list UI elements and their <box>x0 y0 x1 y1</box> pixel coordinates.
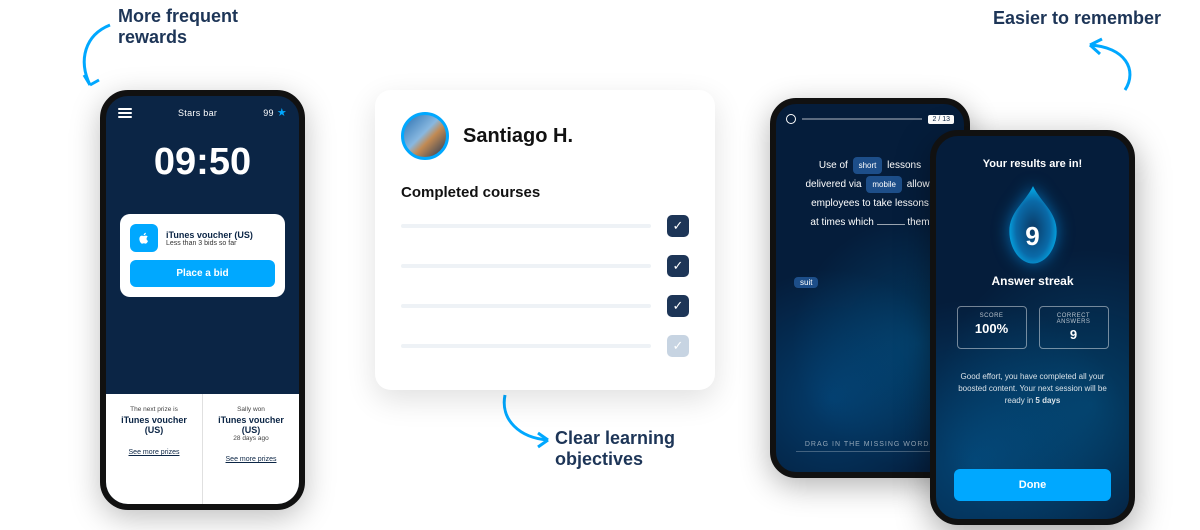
txt: them <box>907 217 929 228</box>
streak-number: 9 <box>998 202 1068 270</box>
rewards-footer: The next prize is iTunes voucher (US) Se… <box>106 394 299 504</box>
chip-mobile[interactable]: mobile <box>866 176 902 193</box>
next-prize-label: The next prize is <box>130 406 178 413</box>
stat-score-label: SCORE <box>962 313 1022 319</box>
avatar <box>401 112 449 160</box>
flame-icon: 9 <box>998 184 1068 270</box>
learner-name: Santiago H. <box>463 125 573 148</box>
results-note: Good effort, you have completed all your… <box>956 371 1109 407</box>
winner-time: 28 days ago <box>233 435 268 442</box>
course-checkbox[interactable]: ✓ <box>667 295 689 317</box>
stat-score: SCORE 100% <box>957 306 1027 349</box>
annotation-easier: Easier to remember <box>992 8 1162 29</box>
page-indicator: 2 / 13 <box>928 115 954 124</box>
course-row: ✓ <box>401 215 689 237</box>
txt: lessons <box>887 160 921 171</box>
see-more-prizes-link-left[interactable]: See more prizes <box>129 449 180 456</box>
course-checkbox[interactable]: ✓ <box>667 215 689 237</box>
section-title: Completed courses <box>401 184 689 201</box>
course-title-placeholder <box>401 264 651 268</box>
course-title-placeholder <box>401 304 651 308</box>
back-icon[interactable] <box>786 114 796 124</box>
hamburger-icon[interactable] <box>118 108 132 118</box>
chip-suit[interactable]: suit <box>794 277 818 288</box>
bid-card: iTunes voucher (US) Less than 3 bids so … <box>120 214 285 297</box>
countdown-timer: 09:50 <box>106 141 299 184</box>
course-title-placeholder <box>401 224 651 228</box>
topbar-title: Stars bar <box>178 108 217 118</box>
stat-correct-value: 9 <box>1044 327 1104 342</box>
txt: Use of <box>819 160 848 171</box>
stat-score-value: 100% <box>962 321 1022 336</box>
annotation-objectives: Clear learning objectives <box>555 428 755 469</box>
stat-correct-label: CORRECT ANSWERS <box>1044 313 1104 325</box>
done-button[interactable]: Done <box>954 469 1111 501</box>
note-text: Good effort, you have completed all your… <box>958 372 1107 405</box>
course-row: ✓ <box>401 335 689 357</box>
phone-rewards: Stars bar 99 ★ 09:50 iTunes voucher (US)… <box>100 90 305 510</box>
winner-prize: iTunes voucher (US) <box>211 415 291 435</box>
next-prize-value: iTunes voucher (US) <box>114 415 194 435</box>
arrow-rewards <box>70 15 130 95</box>
streak-label: Answer streak <box>936 274 1129 288</box>
annotation-rewards: More frequent rewards <box>118 6 298 47</box>
drag-instructions: DRAG IN THE MISSING WORDS <box>805 441 935 448</box>
txt: employees to take lessons <box>811 198 929 209</box>
voucher-subtitle: Less than 3 bids so far <box>166 240 253 247</box>
phone-results: Your results are in! 9 Answer streak SCO… <box>930 130 1135 525</box>
winner-label: Sally won <box>237 406 265 413</box>
stat-correct: CORRECT ANSWERS 9 <box>1039 306 1109 349</box>
arrow-objectives <box>490 390 560 460</box>
apple-icon <box>130 224 158 252</box>
progress-bar <box>802 118 922 120</box>
course-checkbox[interactable]: ✓ <box>667 335 689 357</box>
stars-counter: 99 ★ <box>263 106 287 119</box>
voucher-title: iTunes voucher (US) <box>166 230 253 240</box>
place-bid-button[interactable]: Place a bid <box>130 260 275 287</box>
completed-courses-card: Santiago H. Completed courses ✓ ✓ ✓ ✓ <box>375 90 715 390</box>
arrow-easier <box>1070 35 1150 100</box>
see-more-prizes-link-right[interactable]: See more prizes <box>226 456 277 463</box>
results-title: Your results are in! <box>936 158 1129 170</box>
course-checkbox[interactable]: ✓ <box>667 255 689 277</box>
star-icon: ★ <box>277 106 287 119</box>
chip-short[interactable]: short <box>853 157 883 174</box>
course-row: ✓ <box>401 255 689 277</box>
note-days: 5 days <box>1035 396 1060 405</box>
txt: at times which <box>810 217 873 228</box>
txt: delivered via <box>805 179 861 190</box>
course-row: ✓ <box>401 295 689 317</box>
course-title-placeholder <box>401 344 651 348</box>
stars-count: 99 <box>263 108 274 118</box>
blank-slot[interactable] <box>877 224 905 225</box>
